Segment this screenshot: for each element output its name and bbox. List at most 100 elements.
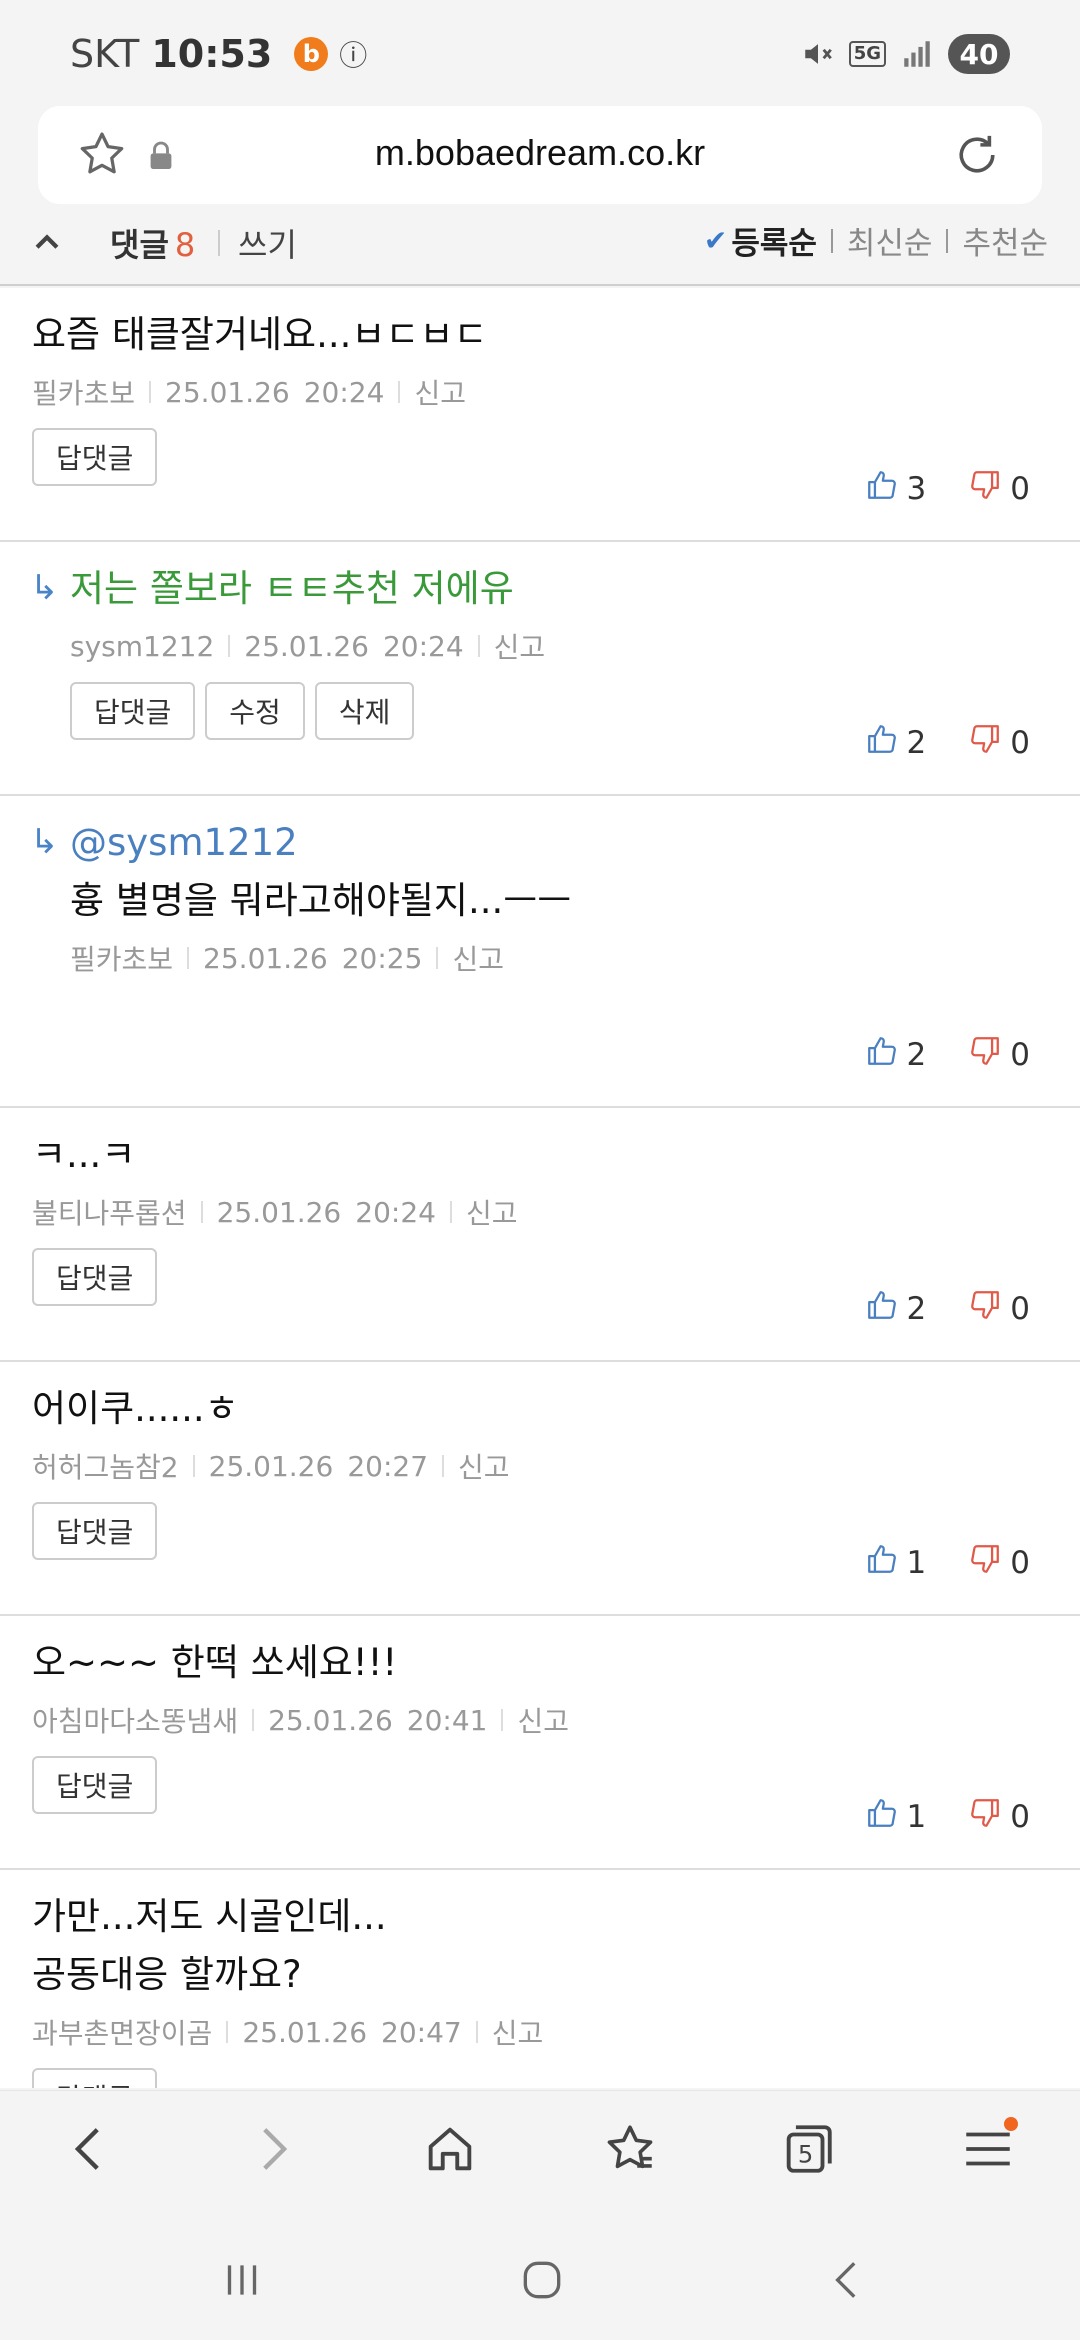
- system-nav: [0, 2210, 1080, 2340]
- like-count: 1: [906, 1799, 927, 1835]
- comments-title: 댓글 8: [110, 226, 196, 264]
- like-count: 1: [906, 1545, 927, 1581]
- thumbs-up-icon: [865, 722, 899, 764]
- comment-author[interactable]: 불티나푸롭션: [32, 1192, 187, 1232]
- comment-date: 25.01.26: [244, 629, 369, 663]
- url-bar[interactable]: m.bobaedream.co.kr: [38, 106, 1042, 204]
- dislike-count: 0: [1010, 1291, 1030, 1327]
- comment-author[interactable]: 아침마다소똥냄새: [32, 1700, 238, 1740]
- thumbs-down-icon: [968, 722, 1002, 764]
- like-button[interactable]: 1: [865, 1796, 927, 1838]
- dislike-button[interactable]: 0: [968, 1542, 1030, 1584]
- reply-button[interactable]: 답댓글: [32, 1756, 158, 1814]
- reply-button[interactable]: 답댓글: [32, 2068, 158, 2088]
- browser-nav: 5: [0, 2090, 1080, 2210]
- battery-indicator: 40: [948, 34, 1010, 74]
- report-link[interactable]: 신고: [494, 626, 546, 666]
- comment-time: 20:27: [347, 1449, 429, 1483]
- like-button[interactable]: 2: [865, 1288, 926, 1330]
- comment-item: ↳ @sysm1212 흉 별명을 뭐라고해야될지...ㅡㅡ 필카초보 25.01.…: [0, 796, 1080, 1108]
- comment-text: 요즘 태클잘거네요...ㅂㄷㅂㄷ: [32, 306, 1060, 364]
- comment-text: 오~~~ 한떡 쏘세요!!!: [32, 1634, 1060, 1692]
- mention-link[interactable]: @sysm1212: [70, 814, 1060, 872]
- comment-line: 가만...저도 시골인데...: [32, 1895, 387, 1938]
- comment-line: ㅋ...ㅋ: [32, 1133, 136, 1176]
- dislike-button[interactable]: 0: [968, 1034, 1030, 1076]
- sort-registration[interactable]: 등록순: [731, 218, 817, 263]
- like-button[interactable]: 1: [865, 1542, 927, 1584]
- report-link[interactable]: 신고: [414, 372, 466, 412]
- delete-button[interactable]: 삭제: [314, 682, 415, 740]
- report-link[interactable]: 신고: [452, 938, 504, 978]
- comment-text: 저는 쫄보라 ㅌㅌ추천 저에유: [70, 560, 1060, 618]
- system-back-icon[interactable]: [818, 2250, 878, 2310]
- thumbs-up-icon: [865, 1796, 899, 1838]
- sort-options: ✔ 등록순 최신순 추천순: [704, 218, 1048, 263]
- comment-author[interactable]: sysm1212: [70, 630, 214, 663]
- mute-icon: [804, 44, 832, 64]
- comment-date: 25.01.26: [165, 375, 290, 409]
- system-home-icon[interactable]: [512, 2250, 572, 2310]
- dislike-count: 0: [1010, 725, 1030, 761]
- dislike-button[interactable]: 0: [968, 1796, 1030, 1838]
- reply-button[interactable]: 답댓글: [32, 428, 158, 486]
- report-link[interactable]: 신고: [517, 1700, 569, 1740]
- chevron-up-icon[interactable]: [30, 226, 64, 260]
- network-type: 5G: [848, 41, 886, 67]
- vote-controls: 2 0: [865, 1288, 1030, 1330]
- recent-apps-icon[interactable]: [212, 2250, 272, 2310]
- report-link[interactable]: 신고: [466, 1192, 518, 1232]
- report-link[interactable]: 신고: [458, 1446, 510, 1486]
- comment-item: ㅋ...ㅋ 불티나푸롭션 25.01.26 20:24 신고 답댓글 2 0: [0, 1108, 1080, 1362]
- comment-author[interactable]: 과부촌면장이곰: [32, 2012, 212, 2052]
- dislike-button[interactable]: 0: [968, 468, 1030, 510]
- like-button[interactable]: 2: [865, 722, 926, 764]
- comment-meta: 필카초보 25.01.26 20:25 신고: [70, 938, 1060, 978]
- sort-recommended[interactable]: 추천순: [962, 218, 1048, 263]
- url-text[interactable]: m.bobaedream.co.kr: [38, 132, 1042, 174]
- back-icon[interactable]: [58, 2117, 122, 2181]
- comment-actions: 답댓글: [32, 2068, 1060, 2088]
- comment-meta: 필카초보 25.01.26 20:24 신고: [32, 372, 1060, 412]
- reply-arrow-icon: ↳: [30, 822, 59, 862]
- comment-text: 가만...저도 시골인데... 공동대응 할까요?: [32, 1888, 1060, 2004]
- sort-latest[interactable]: 최신순: [847, 218, 933, 263]
- comment-item: ↳ 저는 쫄보라 ㅌㅌ추천 저에유 sysm1212 25.01.26 20:24…: [0, 542, 1080, 796]
- comments-header: 댓글 8 쓰기 ✔ 등록순 최신순 추천순: [0, 210, 1080, 286]
- like-button[interactable]: 2: [865, 1034, 926, 1076]
- comment-meta: 아침마다소똥냄새 25.01.26 20:41 신고: [32, 1700, 1060, 1740]
- comment-time: 20:24: [303, 375, 385, 409]
- thumbs-up-icon: [865, 1034, 899, 1076]
- status-bar: SKT 10:53 b ⓘ 5G 40: [0, 0, 1080, 100]
- reply-button[interactable]: 답댓글: [70, 682, 196, 740]
- dislike-button[interactable]: 0: [968, 1288, 1030, 1330]
- tab-count: 5: [798, 2140, 813, 2168]
- bookmarks-icon[interactable]: [598, 2117, 662, 2181]
- vote-controls: 2 0: [865, 722, 1030, 764]
- write-comment-link[interactable]: 쓰기: [238, 220, 297, 266]
- comment-time: 20:41: [406, 1703, 488, 1737]
- notification-person-icon: ⓘ: [339, 39, 368, 72]
- carrier-label: SKT: [70, 32, 140, 76]
- comment-author[interactable]: 필카초보: [70, 938, 173, 978]
- clock: 10:53: [151, 32, 273, 76]
- edit-button[interactable]: 수정: [205, 682, 305, 740]
- comment-author[interactable]: 필카초보: [32, 372, 135, 412]
- comment-meta: 불티나푸롭션 25.01.26 20:24 신고: [32, 1192, 1060, 1232]
- report-link[interactable]: 신고: [492, 2012, 544, 2052]
- home-icon[interactable]: [418, 2117, 482, 2181]
- vote-controls: 1 0: [865, 1796, 1030, 1838]
- reload-icon[interactable]: [950, 128, 1004, 182]
- comment-line: 어이쿠......ㅎ: [32, 1387, 239, 1430]
- reply-button[interactable]: 답댓글: [32, 1248, 158, 1306]
- comment-line: 오~~~ 한떡 쏘세요!!!: [32, 1641, 398, 1684]
- thumbs-up-icon: [865, 1288, 899, 1330]
- dislike-button[interactable]: 0: [968, 722, 1030, 764]
- comment-item: 요즘 태클잘거네요...ㅂㄷㅂㄷ 필카초보 25.01.26 20:24 신고 …: [0, 288, 1080, 542]
- reply-button[interactable]: 답댓글: [32, 1502, 158, 1560]
- tabs-icon[interactable]: 5: [776, 2117, 840, 2181]
- forward-icon[interactable]: [240, 2117, 304, 2181]
- menu-icon[interactable]: [956, 2117, 1020, 2181]
- comment-author[interactable]: 허허그놈참2: [32, 1446, 179, 1486]
- like-button[interactable]: 3: [865, 468, 926, 510]
